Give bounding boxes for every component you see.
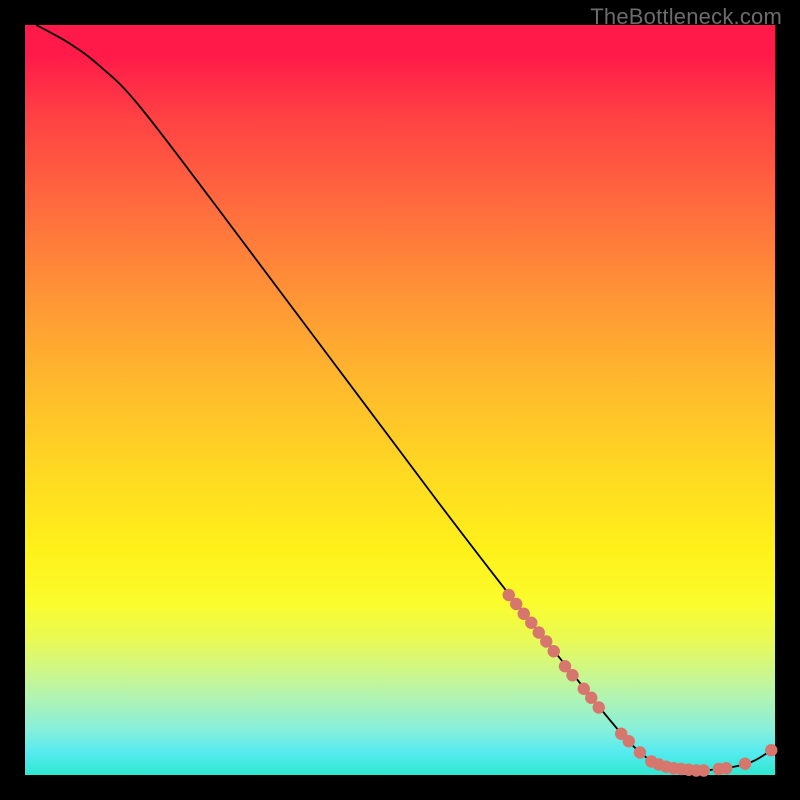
chart-area [25,25,775,775]
chart-marker [566,669,578,681]
chart-marker [585,692,597,704]
chart-markers-group [503,589,778,777]
chart-curve [36,25,771,771]
chart-marker [765,744,777,756]
chart-marker [698,764,710,776]
chart-marker [510,598,522,610]
chart-marker [525,617,537,629]
chart-marker [593,701,605,713]
chart-marker [634,746,646,758]
chart-marker [720,762,732,774]
chart-marker [540,635,552,647]
chart-svg-overlay [25,25,775,775]
chart-marker [623,735,635,747]
chart-marker [739,758,751,770]
chart-marker [548,645,560,657]
